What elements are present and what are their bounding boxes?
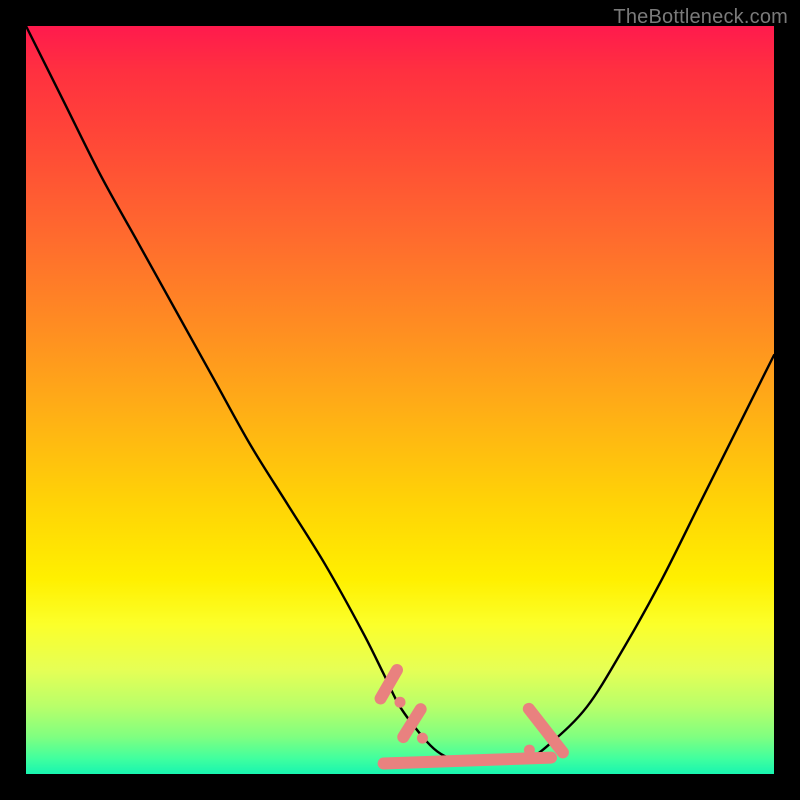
bottleneck-curve [26, 26, 774, 763]
chart-frame: TheBottleneck.com [0, 0, 800, 800]
left-dot-lower [417, 733, 428, 744]
marker-group [372, 662, 571, 770]
curve-layer [26, 26, 774, 774]
plot-area [26, 26, 774, 774]
bottleneck-curve-path [26, 26, 774, 763]
left-dot-upper [395, 697, 406, 708]
right-dot [524, 745, 535, 756]
watermark-text: TheBottleneck.com [613, 6, 788, 29]
